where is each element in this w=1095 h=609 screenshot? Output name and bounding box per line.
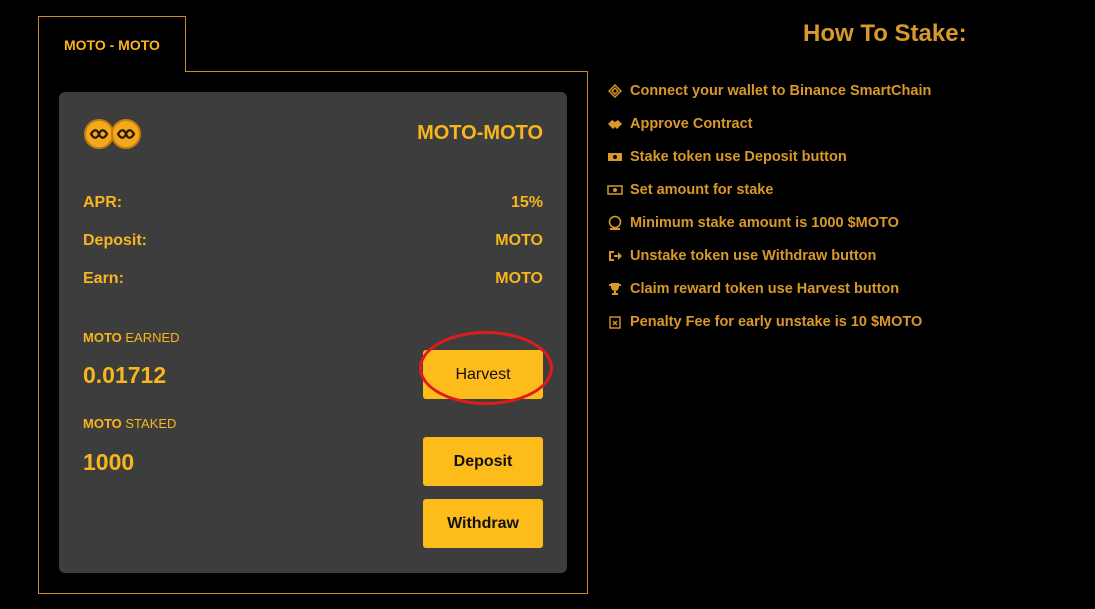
step-item: Minimum stake amount is 1000 $MOTO: [607, 206, 931, 239]
staked-suffix: STAKED: [121, 416, 177, 431]
staked-token: MOTO: [83, 416, 122, 431]
handshake-icon: [607, 116, 623, 132]
step-item: Penalty Fee for early unstake is 10 $MOT…: [607, 305, 931, 338]
calendar-x-icon: [607, 314, 623, 330]
step-text: Approve Contract: [630, 115, 753, 132]
earn-token-value: MOTO: [495, 270, 543, 287]
binance-icon: [607, 83, 623, 99]
earned-label: MOTO EARNED: [83, 330, 180, 345]
step-item: Approve Contract: [607, 107, 931, 140]
staked-amount: 1000: [83, 449, 135, 475]
pool-pair-title: MOTO-MOTO: [417, 122, 543, 144]
step-item: Stake token use Deposit button: [607, 140, 931, 173]
cash-icon: [607, 182, 623, 198]
step-item: Claim reward token use Harvest button: [607, 272, 931, 305]
step-text: Set amount for stake: [630, 181, 774, 198]
apr-value: 15%: [510, 194, 543, 211]
withdraw-button[interactable]: Withdraw: [423, 499, 543, 548]
step-item: Unstake token use Withdraw button: [607, 239, 931, 272]
tab-moto-moto[interactable]: MOTO - MOTO: [38, 16, 186, 72]
step-text: Unstake token use Withdraw button: [630, 247, 877, 264]
step-item: Connect your wallet to Binance SmartChai…: [607, 74, 931, 107]
how-to-stake-steps: Connect your wallet to Binance SmartChai…: [607, 74, 931, 338]
tab-label: MOTO - MOTO: [64, 37, 160, 53]
step-text: Penalty Fee for early unstake is 10 $MOT…: [630, 313, 923, 330]
step-text: Connect your wallet to Binance SmartChai…: [630, 82, 932, 99]
deposit-label: Deposit:: [83, 232, 147, 249]
exit-icon: [607, 248, 623, 264]
deposit-token-value: MOTO: [495, 232, 543, 249]
earned-suffix: EARNED: [121, 330, 180, 345]
staked-label: MOTO STAKED: [83, 416, 176, 431]
trophy-icon: [607, 281, 623, 297]
deposit-button[interactable]: Deposit: [423, 437, 543, 486]
step-item: Set amount for stake: [607, 173, 931, 206]
earned-amount: 0.01712: [83, 362, 167, 388]
harvest-button[interactable]: Harvest: [423, 350, 543, 399]
step-text: Stake token use Deposit button: [630, 148, 847, 165]
earn-label: Earn:: [83, 270, 124, 287]
money-icon: [607, 149, 623, 165]
step-text: Minimum stake amount is 1000 $MOTO: [630, 214, 899, 231]
earned-token: MOTO: [83, 330, 122, 345]
how-to-stake-title: How To Stake:: [803, 20, 967, 47]
moto-pair-logo-icon: [84, 119, 141, 149]
apr-label: APR:: [83, 194, 123, 211]
step-text: Claim reward token use Harvest button: [630, 280, 900, 297]
coin-icon: [607, 215, 623, 231]
